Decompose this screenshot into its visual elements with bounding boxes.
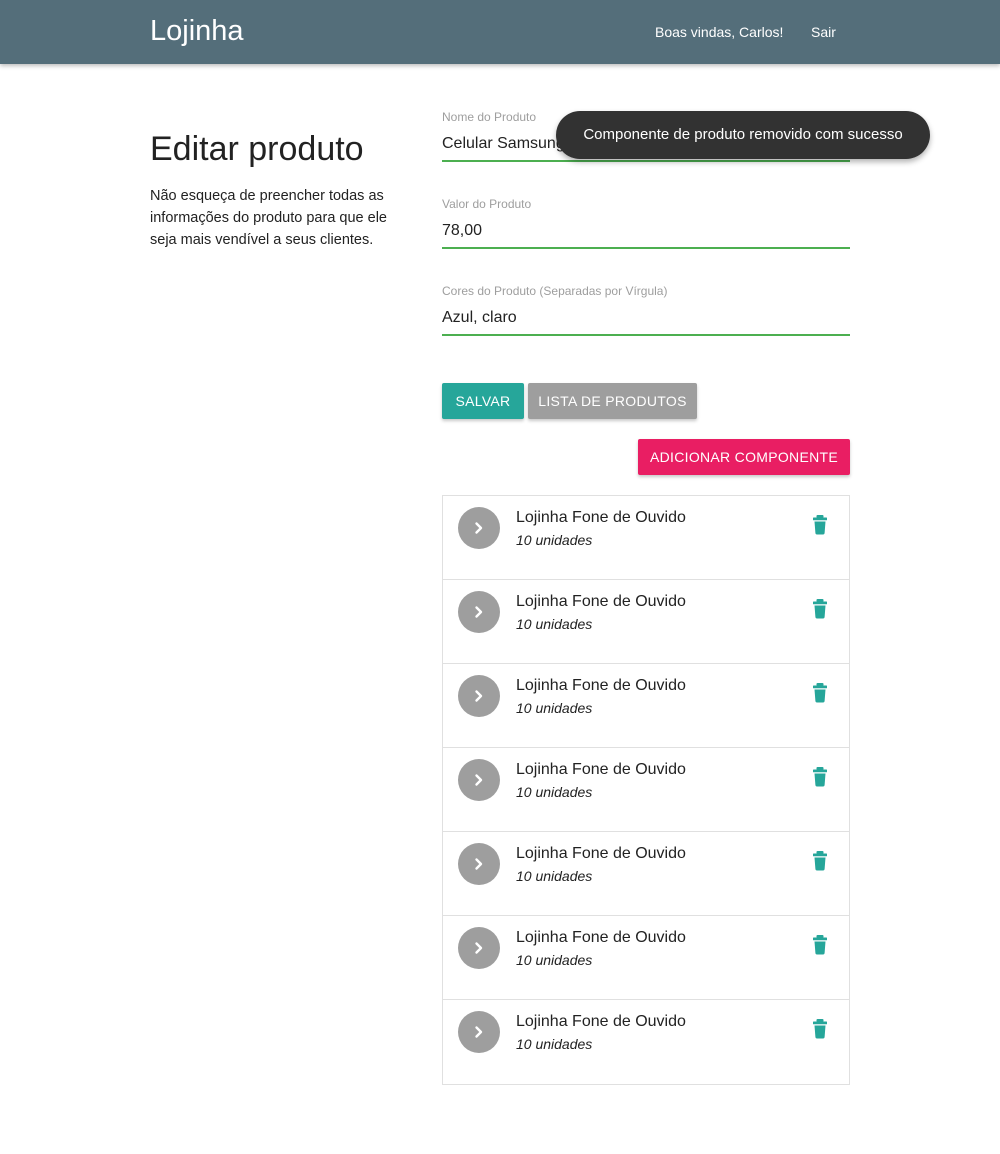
toast-notification: Componente de produto removido com suces… — [556, 111, 930, 159]
product-price-label: Valor do Produto — [442, 197, 532, 211]
list-item: Lojinha Fone de Ouvido 10 unidades — [443, 496, 849, 580]
page-description: Não esqueça de preencher todas as inform… — [150, 188, 387, 248]
component-quantity: 10 unidades — [516, 616, 593, 632]
product-price-input[interactable] — [442, 215, 850, 249]
product-list-button[interactable]: LISTA DE PRODUTOS — [528, 383, 697, 419]
trash-icon[interactable] — [811, 682, 831, 704]
chevron-right-icon[interactable] — [458, 759, 500, 801]
trash-icon[interactable] — [811, 766, 831, 788]
trash-icon[interactable] — [811, 1018, 831, 1040]
trash-icon[interactable] — [811, 934, 831, 956]
list-item: Lojinha Fone de Ouvido 10 unidades — [443, 916, 849, 1000]
component-name: Lojinha Fone de Ouvido — [516, 677, 686, 694]
component-name: Lojinha Fone de Ouvido — [516, 929, 686, 946]
chevron-right-icon[interactable] — [458, 927, 500, 969]
list-item: Lojinha Fone de Ouvido 10 unidades — [443, 748, 849, 832]
component-quantity: 10 unidades — [516, 1036, 593, 1052]
product-colors-input[interactable] — [442, 302, 850, 336]
save-button[interactable]: SALVAR — [442, 383, 524, 419]
component-name: Lojinha Fone de Ouvido — [516, 1013, 686, 1030]
page-title: Editar produto — [150, 130, 364, 168]
component-quantity: 10 unidades — [516, 532, 593, 548]
product-name-label: Nome do Produto — [442, 110, 537, 124]
component-quantity: 10 unidades — [516, 700, 593, 716]
chevron-right-icon[interactable] — [458, 843, 500, 885]
brand-logo[interactable]: Lojinha — [150, 15, 244, 48]
toast-message: Componente de produto removido com suces… — [583, 126, 903, 143]
navbar: Lojinha Boas vindas, Carlos! Sair — [0, 0, 1000, 64]
component-quantity: 10 unidades — [516, 784, 593, 800]
component-name: Lojinha Fone de Ouvido — [516, 761, 686, 778]
component-name: Lojinha Fone de Ouvido — [516, 509, 686, 526]
logout-link[interactable]: Sair — [811, 24, 836, 40]
list-item: Lojinha Fone de Ouvido 10 unidades — [443, 580, 849, 664]
chevron-right-icon[interactable] — [458, 675, 500, 717]
product-colors-label: Cores do Produto (Separadas por Vírgula) — [442, 284, 668, 298]
component-name: Lojinha Fone de Ouvido — [516, 845, 686, 862]
add-component-button[interactable]: ADICIONAR COMPONENTE — [638, 439, 850, 475]
list-item: Lojinha Fone de Ouvido 10 unidades — [443, 832, 849, 916]
chevron-right-icon[interactable] — [458, 507, 500, 549]
component-quantity: 10 unidades — [516, 952, 593, 968]
list-item: Lojinha Fone de Ouvido 10 unidades — [443, 1000, 849, 1083]
chevron-right-icon[interactable] — [458, 1011, 500, 1053]
component-quantity: 10 unidades — [516, 868, 593, 884]
component-name: Lojinha Fone de Ouvido — [516, 593, 686, 610]
greeting-link[interactable]: Boas vindas, Carlos! — [655, 24, 783, 40]
list-item: Lojinha Fone de Ouvido 10 unidades — [443, 664, 849, 748]
component-list: Lojinha Fone de Ouvido 10 unidades Lojinha… — [442, 495, 850, 1085]
trash-icon[interactable] — [811, 514, 831, 536]
chevron-right-icon[interactable] — [458, 591, 500, 633]
trash-icon[interactable] — [811, 850, 831, 872]
trash-icon[interactable] — [811, 598, 831, 620]
